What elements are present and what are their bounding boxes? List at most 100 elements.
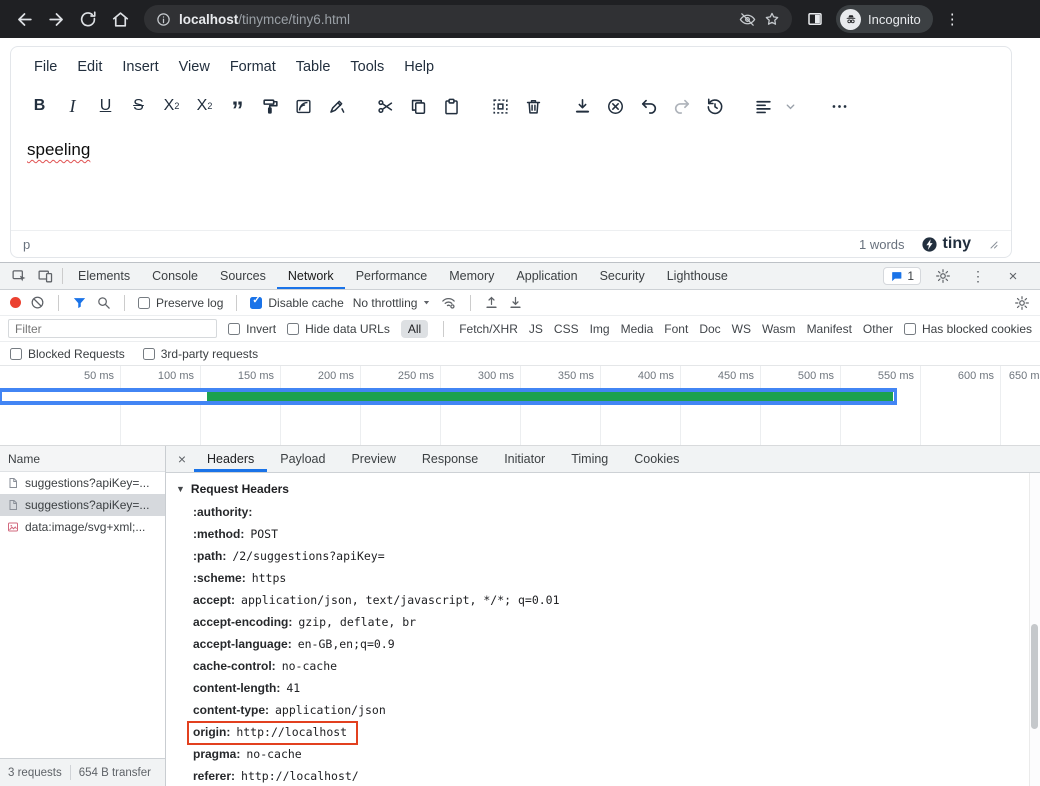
filter-type-font[interactable]: Font	[664, 322, 688, 336]
settings-gear-icon[interactable]	[930, 265, 956, 287]
network-overview-timeline[interactable]: 50 ms 100 ms 150 ms 200 ms 250 ms 300 ms…	[0, 366, 1040, 446]
subscript-icon[interactable]: X2	[155, 92, 188, 120]
tab-application[interactable]: Application	[505, 263, 588, 289]
menu-help[interactable]: Help	[394, 54, 444, 80]
tab-lighthouse[interactable]: Lighthouse	[656, 263, 739, 289]
invert-checkbox[interactable]	[228, 323, 240, 335]
tab-security[interactable]: Security	[589, 263, 656, 289]
redo-icon[interactable]	[665, 92, 698, 120]
eye-off-icon[interactable]	[739, 11, 756, 28]
request-row-selected[interactable]: suggestions?apiKey=...	[0, 494, 165, 516]
network-conditions-icon[interactable]	[440, 294, 457, 311]
restore-draft-icon[interactable]	[698, 92, 731, 120]
menu-edit[interactable]: Edit	[67, 54, 112, 80]
underline-icon[interactable]: U	[89, 92, 122, 120]
page-embed-icon[interactable]	[287, 92, 320, 120]
devtools-menu-icon[interactable]: ⋮	[965, 265, 991, 287]
detail-tab-preview[interactable]: Preview	[338, 446, 408, 472]
tab-network[interactable]: Network	[277, 263, 345, 289]
paste-icon[interactable]	[435, 92, 468, 120]
url-bar[interactable]: localhost/tinymce/tiny6.html	[144, 5, 792, 33]
tab-sources[interactable]: Sources	[209, 263, 277, 289]
disable-cache-toggle[interactable]: Disable cache	[250, 296, 343, 310]
issues-counter[interactable]: 1	[883, 267, 921, 285]
chevron-down-icon[interactable]	[774, 92, 807, 120]
scrollbar-track[interactable]	[1029, 473, 1040, 786]
back-icon[interactable]	[10, 5, 38, 33]
filter-type-ws[interactable]: WS	[732, 322, 751, 336]
blocked-requests-checkbox[interactable]	[10, 348, 22, 360]
name-column-header[interactable]: Name	[0, 446, 165, 472]
filter-type-doc[interactable]: Doc	[699, 322, 720, 336]
italic-icon[interactable]: I	[56, 92, 89, 120]
filter-type-css[interactable]: CSS	[554, 322, 579, 336]
more-icon[interactable]	[823, 92, 856, 120]
word-count[interactable]: 1 words	[859, 237, 905, 252]
clear-icon[interactable]	[30, 295, 45, 310]
filter-funnel-icon[interactable]	[72, 295, 87, 310]
format-painter-icon[interactable]	[254, 92, 287, 120]
select-all-icon[interactable]	[484, 92, 517, 120]
misspelled-word[interactable]: speeling	[27, 140, 90, 159]
tab-memory[interactable]: Memory	[438, 263, 505, 289]
third-party-requests-toggle[interactable]: 3rd-party requests	[143, 347, 258, 361]
detail-tab-headers[interactable]: Headers	[194, 446, 267, 472]
has-blocked-cookies-toggle[interactable]: Has blocked cookies	[904, 322, 1032, 336]
filter-type-fetch-xhr[interactable]: Fetch/XHR	[459, 322, 518, 336]
detail-tab-response[interactable]: Response	[409, 446, 491, 472]
invert-toggle[interactable]: Invert	[228, 322, 276, 336]
third-party-requests-checkbox[interactable]	[143, 348, 155, 360]
site-info-icon[interactable]	[156, 12, 171, 27]
delete-icon[interactable]	[517, 92, 550, 120]
menu-format[interactable]: Format	[220, 54, 286, 80]
tab-elements[interactable]: Elements	[67, 263, 141, 289]
disable-cache-checkbox[interactable]	[250, 297, 262, 309]
filter-type-media[interactable]: Media	[621, 322, 654, 336]
menu-table[interactable]: Table	[286, 54, 341, 80]
export-har-icon[interactable]	[508, 295, 523, 310]
close-devtools-icon[interactable]: ×	[1000, 265, 1026, 287]
filter-input[interactable]	[8, 319, 217, 338]
cut-icon[interactable]	[369, 92, 402, 120]
side-panel-icon[interactable]	[806, 10, 824, 28]
browser-menu-icon[interactable]: ⋮	[945, 10, 961, 28]
filter-type-wasm[interactable]: Wasm	[762, 322, 796, 336]
menu-insert[interactable]: Insert	[112, 54, 168, 80]
bookmark-star-icon[interactable]	[764, 11, 780, 27]
menu-view[interactable]: View	[169, 54, 220, 80]
request-row[interactable]: suggestions?apiKey=...	[0, 472, 165, 494]
device-toolbar-icon[interactable]	[32, 265, 58, 287]
home-icon[interactable]	[106, 5, 134, 33]
copy-icon[interactable]	[402, 92, 435, 120]
filter-type-all[interactable]: All	[401, 320, 428, 338]
inspect-element-icon[interactable]	[6, 265, 32, 287]
detail-tab-cookies[interactable]: Cookies	[621, 446, 692, 472]
throttling-select[interactable]: No throttling	[353, 296, 432, 310]
request-headers-section-toggle[interactable]: ▼ Request Headers	[166, 473, 1040, 501]
detail-tab-initiator[interactable]: Initiator	[491, 446, 558, 472]
network-settings-gear-icon[interactable]	[1014, 295, 1030, 311]
import-har-icon[interactable]	[484, 295, 499, 310]
forward-icon[interactable]	[42, 5, 70, 33]
close-detail-icon[interactable]: ×	[170, 451, 194, 467]
filter-type-img[interactable]: Img	[590, 322, 610, 336]
filter-type-js[interactable]: JS	[529, 322, 543, 336]
detail-tab-timing[interactable]: Timing	[558, 446, 621, 472]
search-icon[interactable]	[96, 295, 111, 310]
resize-handle-icon[interactable]	[987, 238, 999, 250]
has-blocked-cookies-checkbox[interactable]	[904, 323, 916, 335]
permanent-pen-icon[interactable]	[320, 92, 353, 120]
detail-tab-payload[interactable]: Payload	[267, 446, 338, 472]
request-row[interactable]: data:image/svg+xml;...	[0, 516, 165, 538]
editor-content-area[interactable]: speeling	[11, 126, 1011, 230]
bold-icon[interactable]: B	[23, 92, 56, 120]
tab-performance[interactable]: Performance	[345, 263, 439, 289]
blocked-requests-toggle[interactable]: Blocked Requests	[10, 347, 125, 361]
hide-data-urls-checkbox[interactable]	[287, 323, 299, 335]
tab-console[interactable]: Console	[141, 263, 209, 289]
hide-data-urls-toggle[interactable]: Hide data URLs	[287, 322, 390, 336]
tiny-branding[interactable]: tiny	[921, 235, 971, 253]
menu-file[interactable]: File	[24, 54, 67, 80]
strikethrough-icon[interactable]: S	[122, 92, 155, 120]
superscript-icon[interactable]: X2	[188, 92, 221, 120]
